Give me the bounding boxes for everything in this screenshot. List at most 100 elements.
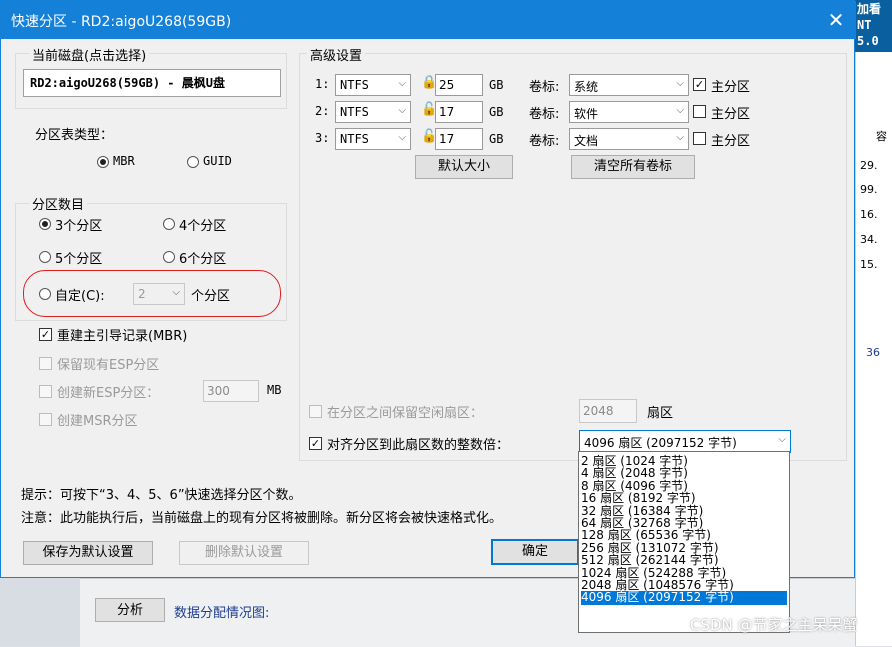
tip-text: 提示：可按下“3、4、5、6”快速选择分区个数。 — [21, 488, 302, 503]
primary-checkbox-2[interactable] — [693, 105, 706, 118]
create-esp-checkbox[interactable] — [39, 385, 52, 398]
delete-default-button[interactable]: 删除默认设置 — [179, 541, 309, 565]
esp-size-unit: MB — [267, 383, 282, 397]
background-value: 99. — [860, 183, 878, 196]
volume-label-select-2[interactable]: 软件 ⌵ — [569, 101, 689, 123]
watermark: CSDN @节家之主呆呆蟹 — [690, 616, 858, 634]
background-value: 34. — [860, 233, 878, 246]
partition-index: 2: — [315, 104, 330, 118]
rebuild-mbr-checkbox[interactable]: ✓ — [39, 328, 52, 341]
radio-4-partitions-label: 4个分区 — [179, 219, 227, 234]
background-column-label: 容 — [876, 130, 887, 143]
reserve-sectors-label: 在分区之间保留空闲扇区： — [327, 406, 484, 421]
reserve-sectors-input[interactable]: 2048 — [579, 399, 637, 423]
table-type-label: 分区表类型： — [35, 128, 114, 143]
data-distribution-label: 数据分配情况图: — [174, 606, 270, 621]
chevron-down-icon: ⌵ — [676, 132, 684, 143]
volume-label-text: 卷标: — [529, 134, 560, 149]
primary-checkbox-1[interactable]: ✓ — [693, 78, 706, 91]
align-option[interactable]: 128 扇区 (65536 字节) — [581, 529, 787, 541]
align-option-selected[interactable]: 4096 扇区 (2097152 字节) — [581, 591, 787, 606]
close-button[interactable]: ✕ — [821, 7, 851, 33]
radio-4-partitions[interactable] — [163, 218, 175, 230]
align-partitions-checkbox[interactable]: ✓ — [309, 437, 322, 450]
filesystem-value: NTFS — [340, 78, 369, 92]
size-unit: GB — [489, 105, 504, 119]
radio-mbr[interactable] — [97, 156, 109, 168]
chevron-down-icon: ⌵ — [778, 434, 786, 445]
volume-label-select-1[interactable]: 系统 ⌵ — [569, 74, 689, 96]
radio-guid[interactable] — [187, 156, 199, 168]
primary-label: 主分区 — [711, 107, 751, 122]
window-title: 快速分区 - RD2:aigoU268(59GB) — [11, 14, 232, 30]
advanced-settings-label: 高级设置 — [307, 45, 366, 64]
background-header-text: 加看 — [857, 2, 882, 16]
clear-all-labels-button[interactable]: 清空所有卷标 — [571, 155, 695, 179]
partition-index: 1: — [315, 77, 330, 91]
background-value: 29. — [860, 159, 878, 172]
keep-esp-label: 保留现有ESP分区 — [57, 358, 160, 373]
partition-count-label: 分区数目 — [29, 194, 88, 213]
create-msr-label: 创建MSR分区 — [57, 414, 138, 429]
radio-3-partitions[interactable] — [39, 218, 51, 230]
align-option[interactable]: 16 扇区 (8192 字节) — [581, 492, 787, 504]
align-sectors-select[interactable]: 4096 扇区 (2097152 字节) ⌵ — [579, 430, 791, 453]
background-value: 16. — [860, 208, 878, 221]
chevron-down-icon: ⌵ — [398, 105, 406, 116]
ok-button[interactable]: 确定 — [491, 539, 579, 565]
reserve-sectors-unit: 扇区 — [647, 406, 674, 421]
align-option[interactable]: 4 扇区 (2048 字节) — [581, 467, 787, 479]
radio-guid-label: GUID — [203, 154, 232, 168]
size-unit: GB — [489, 78, 504, 92]
align-sectors-value: 4096 扇区 (2097152 字节) — [584, 436, 737, 450]
background-header-text: NT — [857, 18, 872, 32]
filesystem-select-2[interactable]: NTFS ⌵ — [335, 101, 411, 123]
size-unit: GB — [489, 132, 504, 146]
title-bar: 快速分区 - RD2:aigoU268(59GB) ✕ — [1, 1, 856, 39]
volume-label-select-3[interactable]: 文档 ⌵ — [569, 128, 689, 150]
radio-5-partitions-label: 5个分区 — [55, 252, 103, 267]
volume-label-text: 卷标: — [529, 80, 560, 95]
volume-label-value: 系统 — [574, 80, 599, 94]
current-disk-label: 当前磁盘(点击选择) — [29, 45, 150, 64]
align-sectors-dropdown: 2 扇区 (1024 字节) 4 扇区 (2048 字节) 8 扇区 (4096… — [578, 451, 790, 633]
chevron-down-icon: ⌵ — [676, 105, 684, 116]
radio-5-partitions[interactable] — [39, 251, 51, 263]
radio-6-partitions[interactable] — [163, 251, 175, 263]
analyze-button[interactable]: 分析 — [95, 598, 165, 622]
background-value-blue: 36 — [866, 346, 880, 359]
filesystem-select-1[interactable]: NTFS ⌵ — [335, 74, 411, 96]
size-input-3[interactable]: 17 — [435, 128, 483, 150]
rebuild-mbr-label: 重建主引导记录(MBR) — [57, 329, 188, 344]
radio-3-partitions-label: 3个分区 — [55, 219, 103, 234]
filesystem-value: NTFS — [340, 105, 369, 119]
radio-6-partitions-label: 6个分区 — [179, 252, 227, 267]
volume-label-value: 文档 — [574, 134, 599, 148]
esp-size-input[interactable]: 300 — [203, 380, 259, 402]
primary-label: 主分区 — [711, 80, 751, 95]
align-option[interactable]: 512 扇区 (262144 字节) — [581, 554, 787, 566]
background-header-text: 5.0 — [857, 34, 879, 48]
default-size-button[interactable]: 默认大小 — [415, 155, 513, 179]
current-disk-selector[interactable]: RD2:aigoU268(59GB) - 晨枫U盘 — [23, 69, 281, 97]
create-esp-label: 创建新ESP分区： — [57, 386, 160, 401]
size-input-2[interactable]: 17 — [435, 101, 483, 123]
keep-esp-checkbox[interactable] — [39, 357, 52, 370]
reserve-sectors-checkbox[interactable] — [309, 405, 322, 418]
chevron-down-icon: ⌵ — [398, 132, 406, 143]
create-msr-checkbox[interactable] — [39, 413, 52, 426]
align-partitions-label: 对齐分区到此扇区数的整数倍： — [327, 438, 510, 453]
size-input-1[interactable]: 25 — [435, 74, 483, 96]
background-value: 15. — [860, 258, 878, 271]
chevron-down-icon: ⌵ — [676, 78, 684, 89]
primary-checkbox-3[interactable] — [693, 132, 706, 145]
filesystem-select-3[interactable]: NTFS ⌵ — [335, 128, 411, 150]
volume-label-text: 卷标: — [529, 107, 560, 122]
primary-label: 主分区 — [711, 134, 751, 149]
filesystem-value: NTFS — [340, 132, 369, 146]
background-header: 加看 NT 5.0 — [855, 0, 892, 52]
save-default-button[interactable]: 保存为默认设置 — [23, 541, 153, 565]
volume-label-value: 软件 — [574, 107, 599, 121]
radio-mbr-label: MBR — [113, 154, 135, 168]
warning-text: 注意：此功能执行后，当前磁盘上的现有分区将被删除。新分区将会被快速格式化。 — [21, 511, 503, 526]
